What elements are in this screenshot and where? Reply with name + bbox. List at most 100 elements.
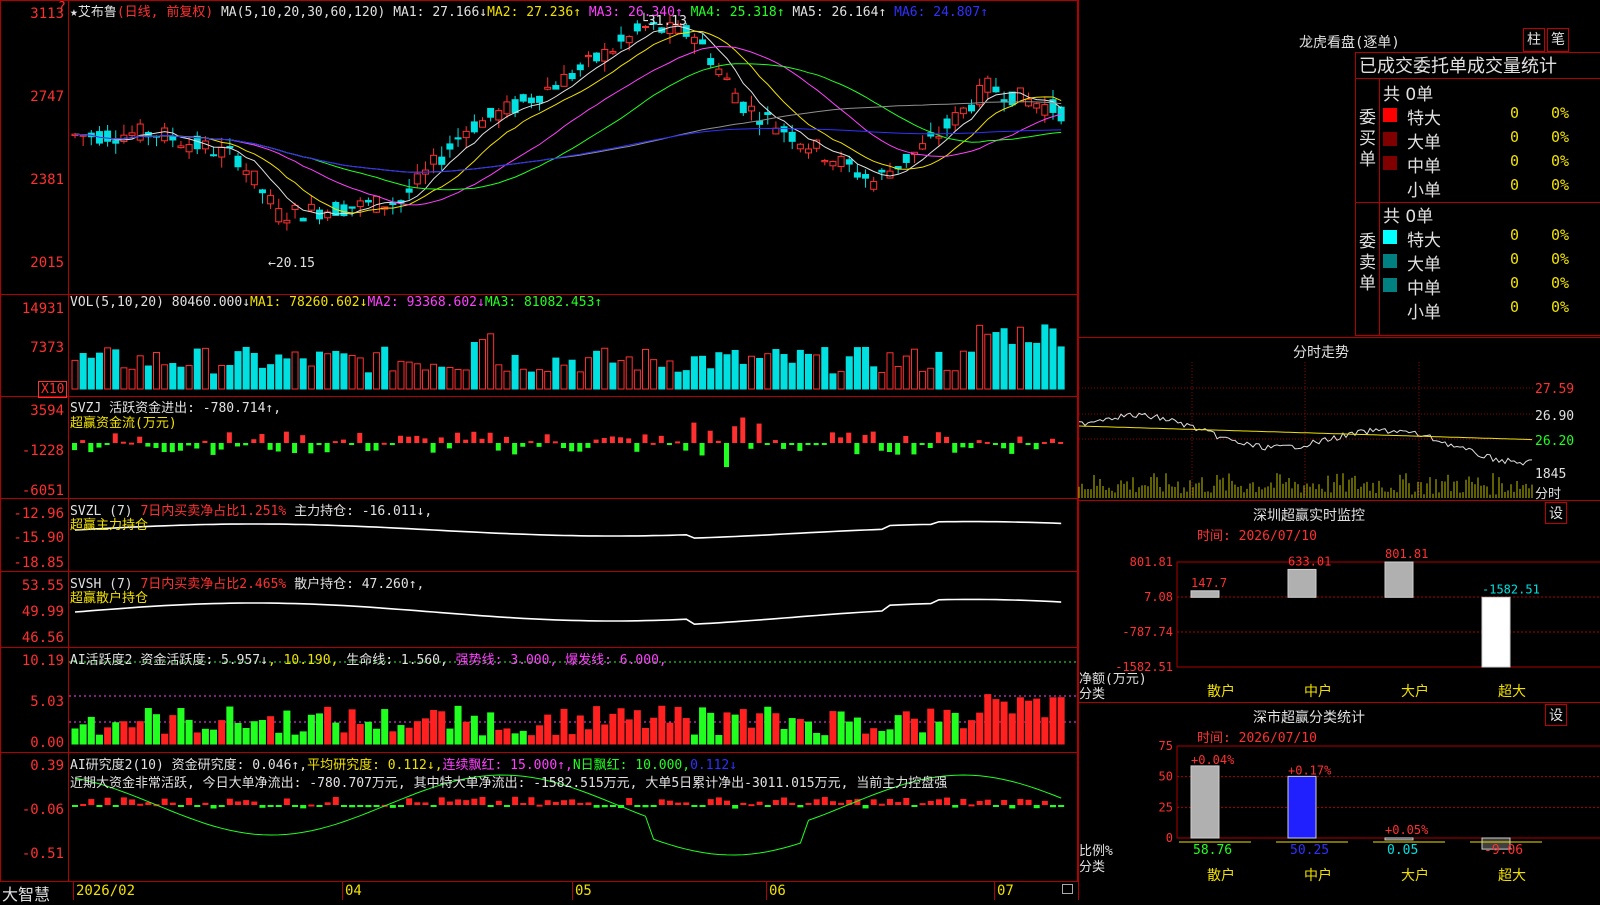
flow-bar [862,435,868,443]
bar-value-label: -1582.51 [1482,582,1540,596]
fenshi-y-tick: 26.90 [1535,409,1575,424]
sz-class-chart[interactable]: 75 50 25 0 散户 +0.04% 58.76 中户 +0.17% 50.25 大户 +0.05… [1079,739,1600,900]
flow-bar [137,436,143,443]
research-bar [316,805,323,807]
ai1-name[interactable]: AI活跃度2 [70,653,132,668]
flow-bar [389,443,395,446]
buy-row-pct: 0% [1550,176,1569,194]
svsh-line [74,598,1062,626]
sz-class-settings-button[interactable]: 设 [1545,704,1567,726]
volume-bar [544,370,552,390]
activity-bar [201,728,209,745]
volume-bar [853,347,861,390]
candle-body [161,127,169,142]
candle-body [601,48,609,62]
research-bar [292,805,299,807]
bar [1287,568,1317,598]
left-chart-area[interactable]: ★艾布鲁(日线, 前复权) MA(5,10,20,30,60,120) MA1:… [0,0,1078,904]
volume-bar [935,351,943,390]
research-bar [422,802,429,805]
activity-bar [568,734,576,745]
candle-body [625,36,633,44]
candle-body [544,86,552,90]
research-bar [772,800,779,805]
flow-bar [414,435,420,443]
activity-bar [992,699,1000,745]
candlestick-chart[interactable] [0,0,1078,882]
sz-class-xlabel: 分类 [1079,860,1106,875]
x-axis-tick [342,882,343,900]
activity-bar [976,712,984,745]
buy-row-label: 小单 [1407,181,1441,201]
activity-bar [79,724,87,745]
research-bar [650,805,657,807]
candle-body [446,143,454,150]
research-bar [593,805,600,808]
activity-bar [813,732,821,745]
flow-bar [194,443,200,449]
ai-activity-header: AI活跃度2 资金活跃度: 5.957↓, 10.190, 生命线: 1.560… [70,649,667,668]
candle-body [479,120,486,128]
x-category-label: 大户 [1401,683,1429,700]
research-bar [340,805,347,807]
flow-bar [577,443,583,452]
flow-bar [1041,441,1047,444]
bar [1190,590,1220,598]
flow-bar [715,440,721,443]
research-bar [935,799,942,805]
research-bar [887,799,893,805]
bar [1481,596,1511,668]
research-bar [120,797,127,805]
research-bar [275,805,282,807]
flow-bar [903,436,909,443]
volume-bar [120,367,128,390]
research-bar [177,805,184,807]
volume-bar [910,348,918,390]
activity-bar [699,707,707,745]
volume-bar [699,355,707,390]
candle-body [699,39,707,45]
research-bar [332,796,339,805]
svzl-subtitle: 超赢主力持仓 [70,518,149,533]
sz-monitor-chart[interactable]: 801.81 7.08 -787.74 -1582.51 散户 147.7 中户 633.01… [1079,540,1600,700]
activity-bar [128,727,136,745]
sell-row-count: 0 [1509,226,1519,244]
candle-body [715,68,723,76]
intraday-chart[interactable] [1078,362,1600,500]
flow-bar [520,443,526,447]
tick-mode-button[interactable]: 笔 [1547,28,1569,52]
ma4-line [74,63,1062,191]
activity-bar [707,712,715,745]
lock-icon[interactable] [1062,884,1073,894]
flow-bar [1058,441,1064,444]
research-bar [561,800,567,805]
activity-bar [120,721,128,745]
research-bar [210,805,217,809]
lhb-title: 龙虎看盘(逐单) [1299,35,1400,51]
candle-body [462,130,470,139]
ai2-name[interactable]: AI研究度2(10) [70,758,164,773]
activity-bar [674,706,682,745]
vol-params[interactable]: VOL(5,10,20) [70,295,164,310]
sz-monitor-settings-button[interactable]: 设 [1545,502,1567,524]
flow-bar [275,443,281,452]
lhb-tab-header[interactable]: 已成交委托单成交量统计 [1359,52,1557,78]
activity-bar [283,710,291,745]
bar-bottom-label: 0.05 [1387,843,1418,858]
y-tick-label: 0 [1166,831,1173,845]
candle-body [104,130,112,142]
research-bar [259,805,266,808]
research-bar [781,797,788,805]
bar-mode-button[interactable]: 柱 [1523,28,1545,52]
research-bar [503,805,510,807]
volume-bar [258,367,266,390]
buy-row-pct: 0% [1550,104,1569,122]
candle-body [568,73,576,80]
bar-bottom-label: 50.25 [1290,843,1329,858]
sell-row-pct: 0% [1550,250,1569,268]
lhb-col-divider [1379,78,1380,336]
flow-bar [161,443,167,453]
flow-bar [80,440,86,443]
flow-bar [267,443,273,450]
activity-bar [527,735,535,745]
